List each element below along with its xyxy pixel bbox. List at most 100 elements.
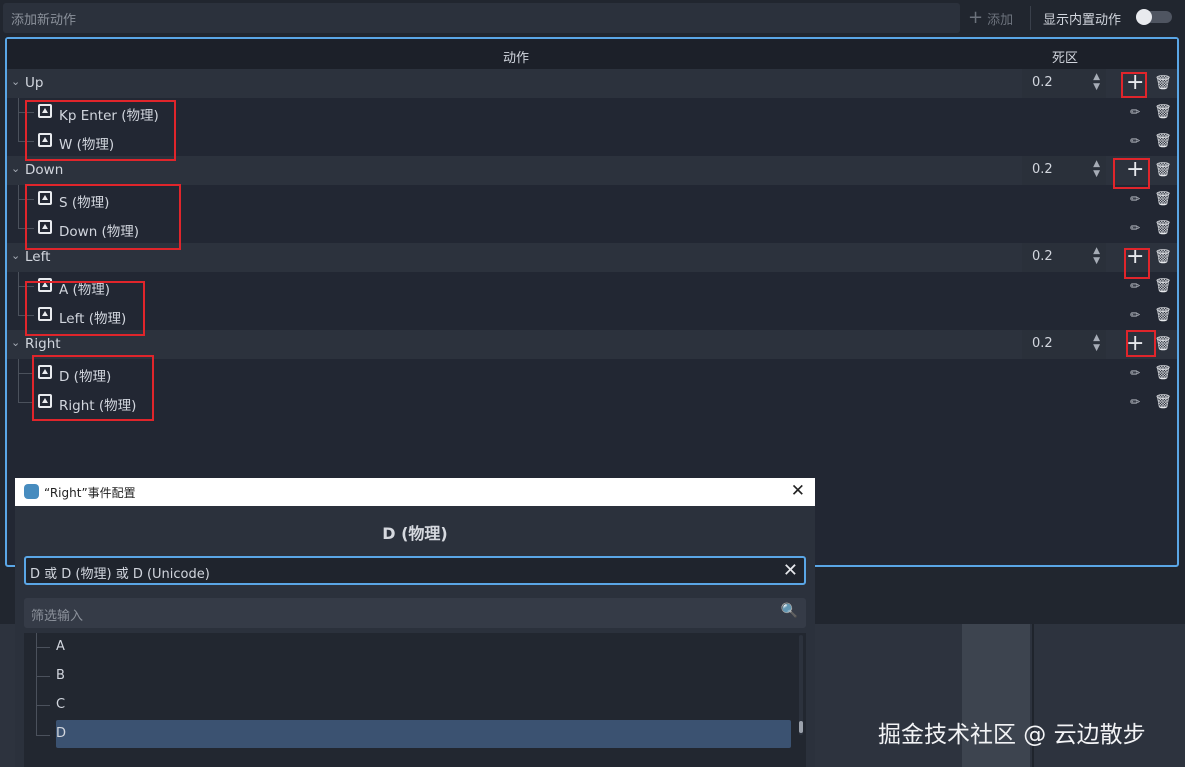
- tree-line: [36, 647, 50, 648]
- event-listen-field[interactable]: D 或 D (物理) 或 D (Unicode) ✕: [24, 556, 806, 585]
- deadzone-spinbox[interactable]: 0.2 ▲ ▼: [1022, 243, 1106, 272]
- deadzone-spinbox[interactable]: 0.2 ▲ ▼: [1022, 156, 1106, 185]
- new-action-input[interactable]: 添加新动作: [3, 3, 960, 33]
- spin-arrows-icon[interactable]: ▲ ▼: [1093, 72, 1100, 92]
- column-action: 动作: [503, 51, 530, 66]
- toggle-knob: [1136, 9, 1152, 25]
- chevron-down-icon[interactable]: ⌄: [11, 162, 20, 175]
- tree-line: [18, 98, 19, 142]
- trash-icon[interactable]: 🗑: [1154, 190, 1172, 208]
- action-row-left[interactable]: ⌄ Left 0.2 ▲ ▼ + 🗑: [7, 243, 1177, 272]
- trash-icon[interactable]: 🗑: [1154, 277, 1172, 295]
- deadzone-spinbox[interactable]: 0.2 ▲ ▼: [1022, 69, 1106, 98]
- event-heading: D (物理): [382, 524, 448, 543]
- listen-value: D 或 D (物理) 或 D (Unicode): [30, 567, 210, 582]
- key-label: C: [56, 697, 66, 712]
- action-row-down[interactable]: ⌄ Down 0.2 ▲ ▼ + 🗑: [7, 156, 1177, 185]
- watermark: 掘金技术社区 @ 云边散步: [878, 722, 1146, 748]
- pencil-icon[interactable]: ✏: [1126, 277, 1144, 295]
- list-item[interactable]: A: [56, 633, 791, 661]
- event-row[interactable]: S (物理) ✏ 🗑: [7, 185, 1177, 214]
- event-row[interactable]: D (物理) ✏ 🗑: [7, 359, 1177, 388]
- tree-line: [18, 359, 19, 403]
- highlight-box: [1124, 248, 1150, 279]
- filter-placeholder: 筛选输入: [31, 609, 84, 624]
- trash-icon[interactable]: 🗑: [1154, 74, 1172, 92]
- scrollbar[interactable]: [799, 635, 803, 735]
- pencil-icon[interactable]: ✏: [1126, 306, 1144, 324]
- spin-arrows-icon[interactable]: ▲ ▼: [1093, 333, 1100, 353]
- key-label: D: [56, 726, 67, 741]
- key-label: A: [56, 639, 65, 654]
- spin-arrows-icon[interactable]: ▲ ▼: [1093, 159, 1100, 179]
- trash-icon[interactable]: 🗑: [1154, 364, 1172, 382]
- tree-line: [36, 633, 37, 736]
- deadzone-value: 0.2: [1032, 336, 1053, 351]
- chevron-down-icon[interactable]: ⌄: [11, 249, 20, 262]
- tree-line: [36, 676, 50, 677]
- scrollbar-thumb[interactable]: [799, 721, 803, 733]
- toolbar: 添加新动作 + 添加 显示内置动作: [0, 0, 1185, 36]
- highlight-box: [1121, 72, 1147, 98]
- pencil-icon[interactable]: ✏: [1126, 219, 1144, 237]
- close-icon[interactable]: ✕: [791, 481, 805, 501]
- highlight-box: [25, 100, 176, 161]
- trash-icon[interactable]: 🗑: [1154, 103, 1172, 121]
- action-row-right[interactable]: ⌄ Right 0.2 ▲ ▼ + 🗑: [7, 330, 1177, 359]
- action-name: Down: [25, 162, 64, 178]
- list-item-selected[interactable]: D: [56, 720, 791, 748]
- trash-icon[interactable]: 🗑: [1154, 306, 1172, 324]
- trash-icon[interactable]: 🗑: [1154, 248, 1172, 266]
- column-deadzone: 死区: [1052, 51, 1079, 66]
- tree-line: [18, 185, 19, 229]
- spin-arrows-icon[interactable]: ▲ ▼: [1093, 246, 1100, 266]
- event-row[interactable]: W (物理) ✏ 🗑: [7, 127, 1177, 156]
- show-builtin-toggle[interactable]: [1136, 9, 1172, 25]
- trash-icon[interactable]: 🗑: [1154, 132, 1172, 150]
- close-icon[interactable]: ✕: [783, 560, 798, 581]
- action-row-up[interactable]: ⌄ Up 0.2 ▲ ▼ + 🗑: [7, 69, 1177, 98]
- trash-icon[interactable]: 🗑: [1154, 161, 1172, 179]
- highlight-box: [1126, 330, 1156, 357]
- chevron-down-icon[interactable]: ⌄: [11, 75, 20, 88]
- highlight-box: [25, 281, 145, 336]
- filter-input[interactable]: 筛选输入 🔍: [24, 598, 806, 628]
- event-row[interactable]: Right (物理) ✏ 🗑: [7, 388, 1177, 417]
- deadzone-value: 0.2: [1032, 162, 1053, 177]
- pencil-icon[interactable]: ✏: [1126, 364, 1144, 382]
- tree-header: 动作 死区: [7, 39, 1177, 69]
- plus-icon: +: [968, 7, 984, 28]
- action-name: Right: [25, 336, 61, 352]
- pencil-icon[interactable]: ✏: [1126, 132, 1144, 150]
- event-row[interactable]: Left (物理) ✏ 🗑: [7, 301, 1177, 330]
- deadzone-value: 0.2: [1032, 75, 1053, 90]
- godot-icon: [24, 484, 39, 499]
- action-name: Left: [25, 249, 51, 265]
- highlight-box: [1113, 158, 1150, 189]
- trash-icon[interactable]: 🗑: [1154, 393, 1172, 411]
- action-name: Up: [25, 75, 44, 91]
- deadzone-spinbox[interactable]: 0.2 ▲ ▼: [1022, 330, 1106, 359]
- chevron-down-icon[interactable]: ⌄: [11, 336, 20, 349]
- add-action-label: 添加: [987, 12, 1014, 28]
- key-label: B: [56, 668, 65, 683]
- pencil-icon[interactable]: ✏: [1126, 190, 1144, 208]
- show-builtin-label: 显示内置动作: [1043, 13, 1122, 28]
- list-item[interactable]: C: [56, 691, 791, 719]
- dialog-titlebar: “Right”事件配置 ✕: [15, 478, 815, 506]
- highlight-box: [32, 355, 154, 421]
- tree-line: [36, 705, 50, 706]
- event-row[interactable]: Kp Enter (物理) ✏ 🗑: [7, 98, 1177, 127]
- list-item[interactable]: B: [56, 662, 791, 690]
- trash-icon[interactable]: 🗑: [1154, 335, 1172, 353]
- key-list: A B C D: [24, 633, 806, 767]
- trash-icon[interactable]: 🗑: [1154, 219, 1172, 237]
- add-action-button[interactable]: + 添加: [968, 6, 1013, 30]
- highlight-box: [25, 184, 181, 250]
- pencil-icon[interactable]: ✏: [1126, 393, 1144, 411]
- event-row[interactable]: Down (物理) ✏ 🗑: [7, 214, 1177, 243]
- tree-line: [18, 272, 19, 316]
- pencil-icon[interactable]: ✏: [1126, 103, 1144, 121]
- search-icon[interactable]: 🔍: [781, 603, 798, 619]
- event-row[interactable]: A (物理) ✏ 🗑: [7, 272, 1177, 301]
